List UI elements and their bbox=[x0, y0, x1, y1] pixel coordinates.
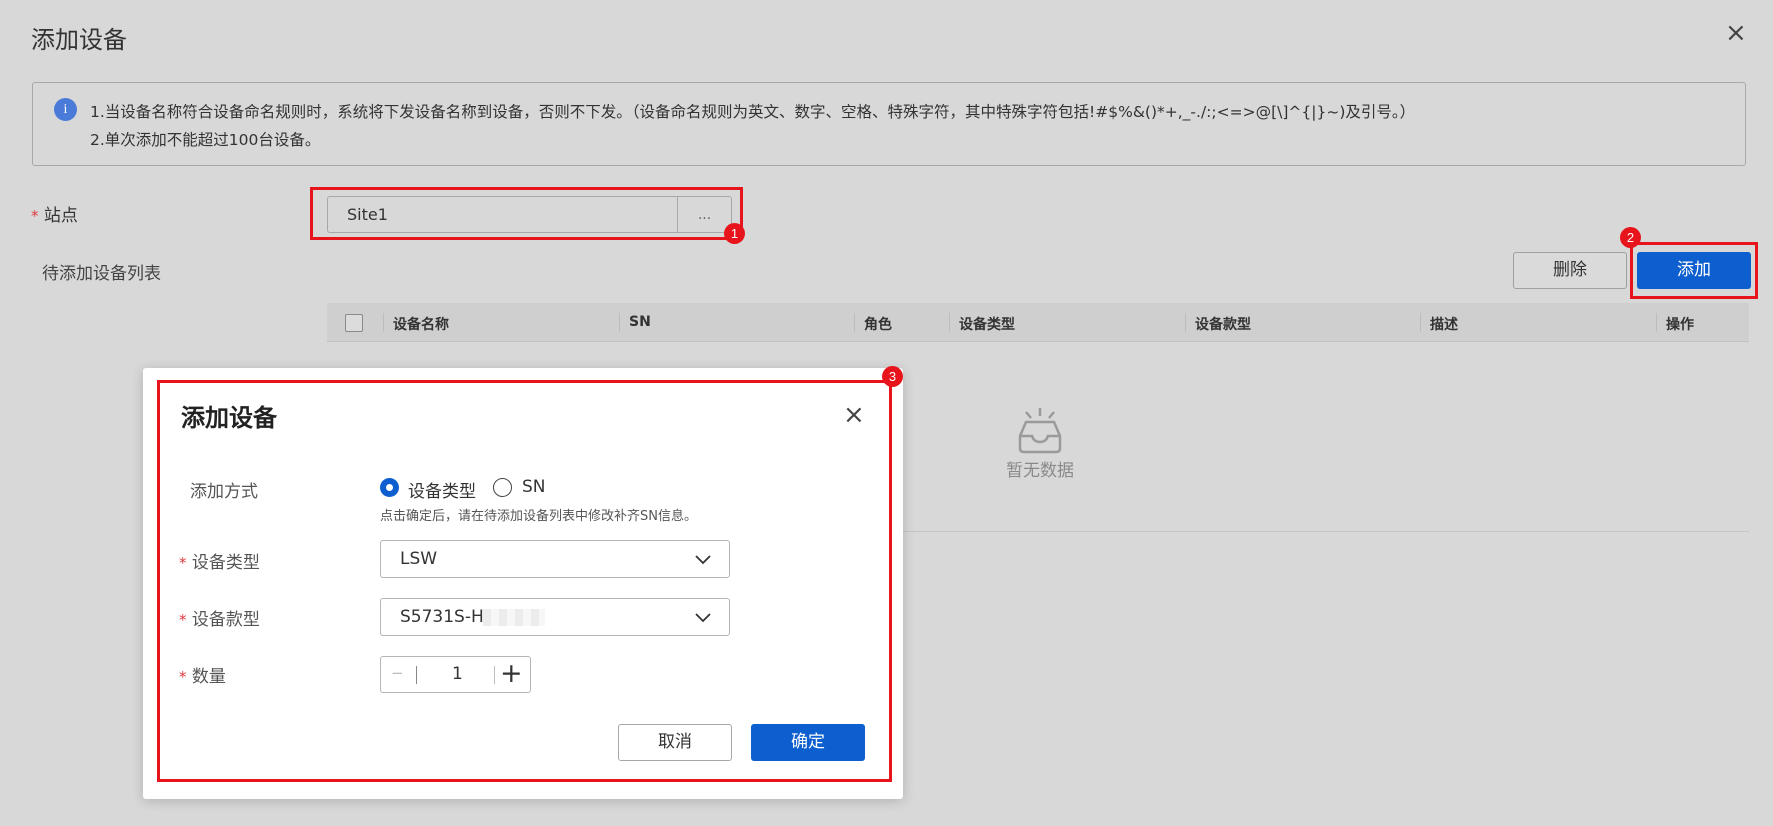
column-divider bbox=[383, 313, 384, 332]
empty-state-text: 暂无数据 bbox=[1006, 461, 1074, 481]
redacted-region bbox=[483, 609, 545, 626]
info-box: i 1.当设备名称符合设备命名规则时，系统将下发设备名称到设备，否则不下发。（设… bbox=[32, 82, 1746, 166]
column-divider bbox=[619, 313, 620, 332]
annotation-badge-1: 1 bbox=[724, 223, 745, 244]
column-divider bbox=[1420, 313, 1421, 332]
device-list-title: 待添加设备列表 bbox=[42, 264, 161, 284]
column-divider bbox=[1185, 313, 1186, 332]
radio-sn-label: SN bbox=[522, 477, 546, 497]
radio-dot bbox=[386, 484, 393, 491]
device-type-value: LSW bbox=[400, 549, 438, 569]
dialog-close-icon[interactable]: × bbox=[843, 402, 865, 428]
annotation-badge-2: 2 bbox=[1620, 227, 1641, 248]
radio-unchecked-icon bbox=[493, 478, 512, 497]
column-header-device-type: 设备类型 bbox=[959, 317, 1015, 333]
column-divider bbox=[1656, 313, 1657, 332]
quantity-increment-button[interactable]: + bbox=[500, 657, 523, 690]
device-type-label-text: 设备类型 bbox=[191, 553, 260, 573]
column-divider bbox=[949, 313, 950, 332]
dialog-confirm-button[interactable]: 确定 bbox=[751, 724, 865, 761]
column-header-role: 角色 bbox=[864, 317, 892, 333]
column-divider bbox=[854, 313, 855, 332]
info-icon: i bbox=[54, 98, 77, 121]
add-method-label: 添加方式 bbox=[190, 482, 258, 502]
chevron-down-icon bbox=[695, 613, 711, 623]
select-all-checkbox[interactable] bbox=[345, 314, 363, 332]
column-header-device-model: 设备款型 bbox=[1195, 317, 1251, 333]
device-model-value: S5731S-H4 bbox=[400, 607, 495, 627]
quantity-decrement-button[interactable]: − bbox=[391, 664, 404, 682]
close-icon[interactable]: × bbox=[1725, 20, 1747, 46]
device-model-label-text: 设备款型 bbox=[191, 610, 260, 630]
table-bottom-divider bbox=[900, 531, 1749, 532]
radio-device-type-label: 设备类型 bbox=[408, 482, 476, 502]
column-header-device-name: 设备名称 bbox=[393, 317, 449, 333]
required-mark: * bbox=[179, 668, 187, 686]
device-type-label: * 设备类型 bbox=[179, 548, 260, 573]
info-line-2: 2.单次添加不能超过100台设备。 bbox=[90, 131, 321, 149]
dialog-cancel-button[interactable]: 取消 bbox=[618, 724, 732, 761]
column-header-description: 描述 bbox=[1430, 317, 1458, 333]
empty-state: 暂无数据 bbox=[960, 400, 1120, 485]
device-type-select[interactable]: LSW bbox=[380, 540, 730, 578]
device-model-select[interactable]: S5731S-H4 bbox=[380, 598, 730, 636]
add-device-page: 添加设备 × i 1.当设备名称符合设备命名规则时，系统将下发设备名称到设备，否… bbox=[0, 0, 1773, 826]
quantity-value[interactable]: 1 bbox=[452, 664, 463, 684]
required-mark: * bbox=[179, 554, 187, 572]
delete-button[interactable]: 删除 bbox=[1513, 252, 1627, 289]
device-table-header: 设备名称 SN 角色 设备类型 设备款型 描述 操作 bbox=[327, 303, 1749, 342]
chevron-down-icon bbox=[695, 555, 711, 565]
annotation-badge-3: 3 bbox=[882, 366, 903, 387]
empty-box-icon bbox=[1018, 408, 1062, 454]
add-method-hint: 点击确定后，请在待添加设备列表中修改补齐SN信息。 bbox=[380, 509, 697, 524]
site-label-text: 站点 bbox=[43, 206, 78, 226]
add-button[interactable]: 添加 bbox=[1637, 252, 1751, 289]
column-header-actions: 操作 bbox=[1666, 317, 1694, 333]
site-input-value: Site1 bbox=[347, 205, 388, 224]
page-title: 添加设备 bbox=[31, 26, 127, 54]
stepper-divider bbox=[416, 666, 417, 684]
required-mark: * bbox=[179, 611, 187, 629]
site-label: * 站点 bbox=[31, 201, 78, 226]
quantity-label-text: 数量 bbox=[191, 667, 226, 687]
stepper-divider bbox=[494, 666, 495, 684]
site-browse-button[interactable]: ... bbox=[677, 196, 732, 233]
quantity-stepper[interactable]: − 1 + bbox=[380, 656, 531, 693]
radio-checked-icon bbox=[380, 478, 399, 497]
add-device-dialog: 添加设备 × 添加方式 设备类型 SN 点击确定后，请在待添加设备列表中修改补齐… bbox=[143, 368, 903, 799]
column-header-sn: SN bbox=[629, 314, 651, 330]
site-input[interactable]: Site1 bbox=[327, 196, 678, 233]
required-mark: * bbox=[31, 207, 39, 225]
dialog-title: 添加设备 bbox=[181, 404, 277, 432]
quantity-label: * 数量 bbox=[179, 662, 226, 687]
info-line-1: 1.当设备名称符合设备命名规则时，系统将下发设备名称到设备，否则不下发。（设备命… bbox=[90, 103, 1416, 121]
device-model-label: * 设备款型 bbox=[179, 605, 260, 630]
